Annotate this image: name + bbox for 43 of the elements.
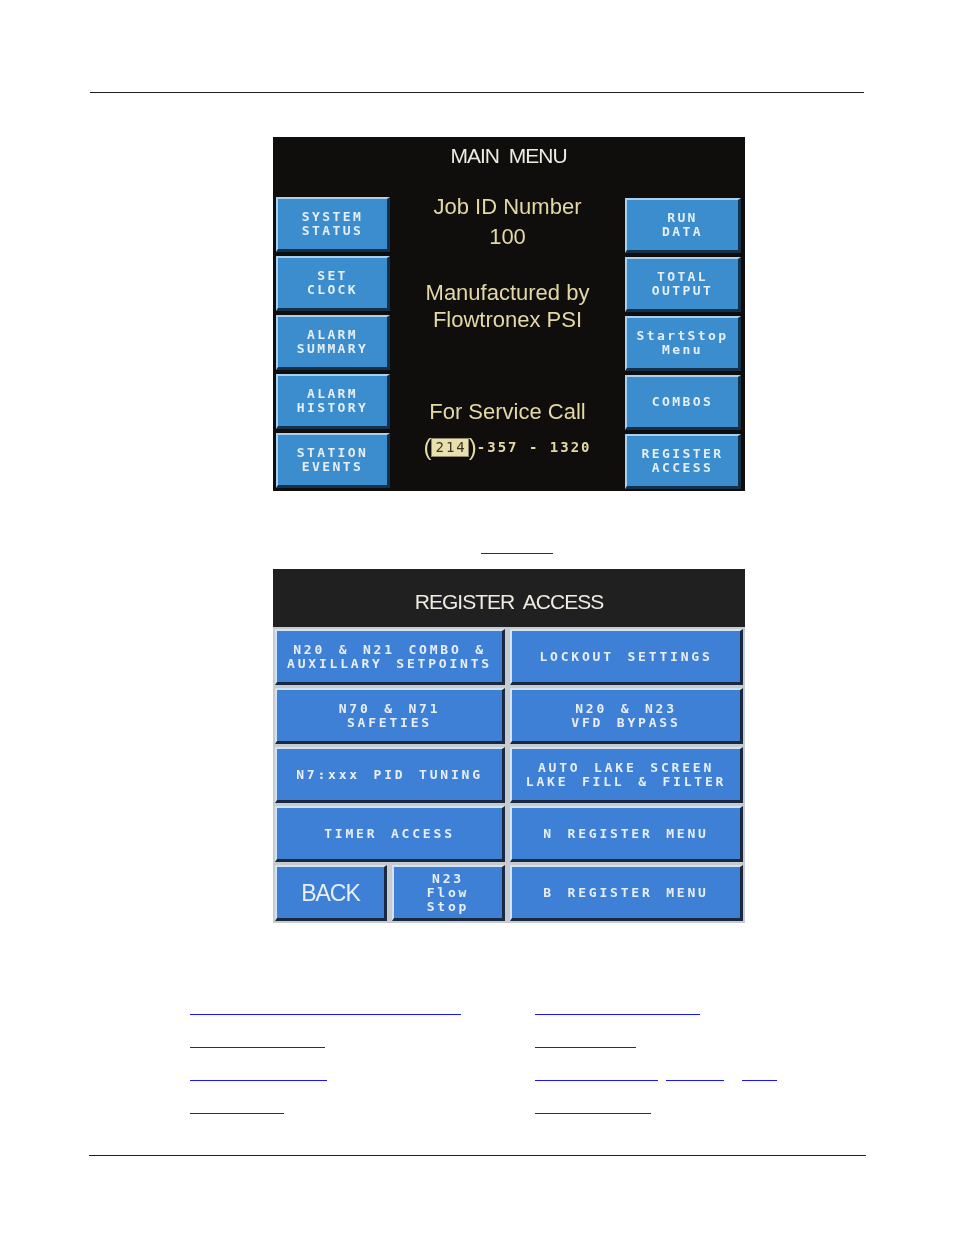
phone-bracket: ) [468,435,477,459]
phone-number: -357 - 1320 [476,438,592,456]
menu-button[interactable]: N20 & N23 VFD BYPASS [510,688,743,744]
screen-title: REGISTER ACCESS [414,588,604,615]
menu-button[interactable]: TOTAL OUTPUT [625,257,741,312]
menu-button[interactable]: StartStop Menu [625,316,741,371]
service-call-label: For Service Call [429,398,586,426]
link-underline[interactable] [666,1080,724,1081]
link-underline[interactable] [742,1080,777,1081]
menu-button[interactable]: LOCKOUT SETTINGS [510,629,743,685]
link-underline[interactable] [535,1080,658,1081]
manufacturer-label: Manufactured by [425,279,590,306]
link-underline[interactable] [190,1080,327,1081]
link-underline[interactable] [535,1113,651,1114]
menu-button[interactable]: N20 & N21 COMBO & AUXILLARY SETPOINTS [275,629,505,685]
menu-button[interactable]: SYSTEM STATUS [276,197,390,252]
area-code-field[interactable]: 214 [431,437,469,457]
menu-button[interactable]: N REGISTER MENU [510,806,743,862]
back-button[interactable]: BACK [275,865,387,921]
menu-button[interactable]: N7:xxx PID TUNING [275,747,505,803]
menu-button[interactable]: STATION EVENTS [276,433,390,488]
job-id-label: Job ID Number [433,193,582,221]
menu-button[interactable]: TIMER ACCESS [275,806,505,862]
link-underline[interactable] [190,1014,461,1015]
menu-button[interactable]: COMBOS [625,375,741,430]
screen-title: MAIN MENU [450,143,567,169]
menu-button[interactable]: B REGISTER MENU [510,865,743,921]
menu-button[interactable]: SET CLOCK [276,256,390,311]
menu-button[interactable]: N70 & N71 SAFETIES [275,688,505,744]
menu-button[interactable]: AUTO LAKE SCREEN LAKE FILL & FILTER [510,747,743,803]
manufacturer-name: Flowtronex PSI [432,306,583,333]
link-underline[interactable] [535,1047,636,1048]
job-id-number: 100 [489,223,526,251]
menu-button[interactable]: RUN DATA [625,198,741,253]
menu-button[interactable]: REGISTER ACCESS [625,434,741,489]
link-underline[interactable] [535,1014,700,1015]
link-underline[interactable] [190,1113,284,1114]
menu-button[interactable]: N23 Flow Stop [392,865,505,921]
link-underline[interactable] [190,1047,325,1048]
link-underline[interactable] [481,553,553,554]
phone-bracket: ( [423,435,432,459]
menu-button[interactable]: ALARM HISTORY [276,374,390,429]
menu-button[interactable]: ALARM SUMMARY [276,315,390,370]
